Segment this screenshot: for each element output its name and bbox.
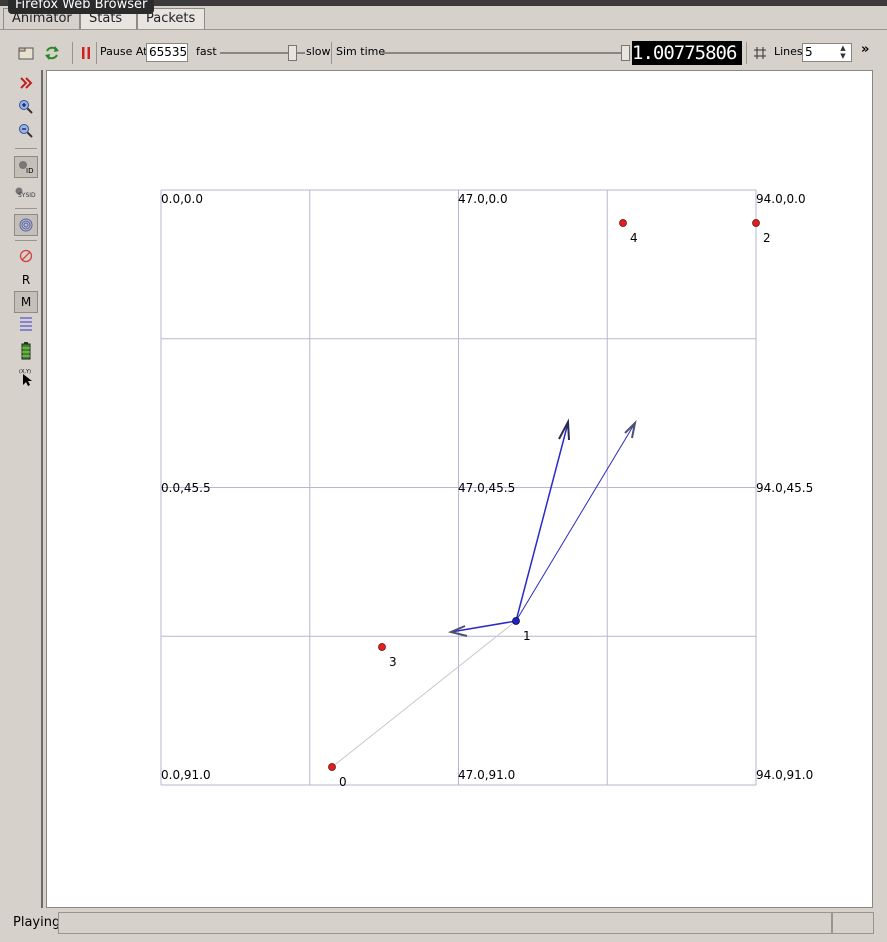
status-text: Playing <box>11 912 64 934</box>
node-2[interactable] <box>752 219 760 227</box>
svg-text:(X,Y): (X,Y) <box>19 369 31 375</box>
reload-icon <box>45 46 59 60</box>
lines-view-button[interactable] <box>14 314 38 336</box>
m-toggle[interactable]: M <box>14 291 38 313</box>
sidebar-separator <box>15 240 37 241</box>
sidebar-separator <box>15 208 37 209</box>
node-4[interactable] <box>619 219 627 227</box>
pause-icon <box>82 47 90 59</box>
pointer-xy-button[interactable]: (X,Y) <box>14 366 38 388</box>
spiral-icon <box>19 218 33 232</box>
arrow-to-upper <box>515 418 570 622</box>
stop-icon <box>19 249 33 263</box>
node-label: 0 <box>339 775 347 789</box>
toolbar: Pause At 65535 fast slow Sim time 1.0077… <box>10 39 876 67</box>
battery-button[interactable] <box>14 340 38 362</box>
spiral-toggle[interactable] <box>14 214 38 236</box>
lines-value: 5 <box>805 45 813 59</box>
speed-slider[interactable] <box>220 43 305 63</box>
node-label: 4 <box>630 231 638 245</box>
window-tooltip: Firefox Web Browser <box>8 0 155 14</box>
folder-icon <box>18 47 34 60</box>
fast-forward-button[interactable] <box>14 72 38 94</box>
slow-label: slow <box>306 45 331 58</box>
sidebar-separator <box>15 148 37 149</box>
pause-at-label: Pause At <box>100 45 148 58</box>
node-label: 2 <box>763 231 771 245</box>
node-3[interactable] <box>378 643 386 651</box>
r-toggle[interactable]: R <box>14 269 38 291</box>
coord-label-top-left: 0.0,0.0 <box>161 192 203 206</box>
fast-forward-icon <box>20 77 33 89</box>
sysid-toggle[interactable]: SYSID <box>14 182 38 204</box>
coord-label-middle-left: 0.0,45.5 <box>161 481 211 495</box>
fast-label: fast <box>196 45 217 58</box>
grid-toggle-button[interactable] <box>749 42 771 64</box>
coord-label-center: 47.0,45.5 <box>458 481 516 495</box>
sim-time-label: Sim time <box>336 45 386 58</box>
left-splitter[interactable] <box>41 70 43 908</box>
status-bar: Playing <box>11 912 874 934</box>
status-message-field <box>58 912 832 934</box>
lines-spinbox[interactable]: 5 ▲ ▼ <box>802 43 852 62</box>
tab-divider <box>0 29 887 30</box>
grid-icon <box>754 47 766 59</box>
more-button[interactable]: » <box>861 43 869 57</box>
left-toolbar: ID SYSID R M (X,Y) <box>12 70 39 908</box>
svg-text:ID: ID <box>26 167 33 175</box>
toolbar-separator <box>96 42 97 64</box>
toolbar-separator <box>331 42 332 64</box>
sim-time-slider-track <box>382 52 630 54</box>
status-extra-field <box>832 912 874 934</box>
coord-label-top-middle: 47.0,0.0 <box>458 192 508 206</box>
sim-time-slider-handle[interactable] <box>621 45 630 61</box>
node-0[interactable] <box>328 763 336 771</box>
node-1[interactable] <box>512 617 520 625</box>
sysid-icon: SYSID <box>15 187 36 199</box>
node-id-icon: ID <box>19 161 33 175</box>
r-icon: R <box>21 273 31 287</box>
zoom-out-icon <box>19 124 33 138</box>
lines-icon <box>20 317 32 331</box>
coord-label-top-right: 94.0,0.0 <box>756 192 806 206</box>
toolbar-separator <box>72 42 73 64</box>
open-file-button[interactable] <box>15 42 37 64</box>
spin-down-icon[interactable]: ▼ <box>837 52 849 61</box>
reload-button[interactable] <box>41 42 63 64</box>
node-id-toggle[interactable]: ID <box>14 156 38 178</box>
coord-label-bottom-right: 94.0,91.0 <box>756 768 814 782</box>
battery-icon <box>21 342 31 360</box>
sim-time-display: 1.00775806 <box>632 41 742 65</box>
zoom-out-button[interactable] <box>14 120 38 142</box>
packet-trail-line <box>331 620 517 768</box>
arrow-to-upper-right <box>515 419 637 622</box>
pointer-xy-icon: (X,Y) <box>19 369 32 386</box>
m-icon: M <box>20 295 32 309</box>
animation-canvas[interactable]: 0.0,0.0 47.0,0.0 94.0,0.0 0.0,45.5 47.0,… <box>46 70 873 908</box>
lines-label: Lines <box>774 45 803 58</box>
svg-text:SYSID: SYSID <box>18 192 36 199</box>
zoom-in-icon <box>19 100 33 114</box>
node-label: 1 <box>523 629 531 643</box>
coord-label-bottom-left: 0.0,91.0 <box>161 768 211 782</box>
pause-at-input[interactable]: 65535 <box>146 43 188 62</box>
zoom-in-button[interactable] <box>14 96 38 118</box>
pause-button[interactable] <box>75 42 97 64</box>
coord-label-middle-right: 94.0,45.5 <box>756 481 814 495</box>
sim-time-slider[interactable] <box>382 43 630 63</box>
speed-slider-handle[interactable] <box>288 45 297 61</box>
node-label: 3 <box>389 655 397 669</box>
toolbar-separator <box>746 42 747 64</box>
stop-button[interactable] <box>14 245 38 267</box>
coord-label-bottom-middle: 47.0,91.0 <box>458 768 516 782</box>
